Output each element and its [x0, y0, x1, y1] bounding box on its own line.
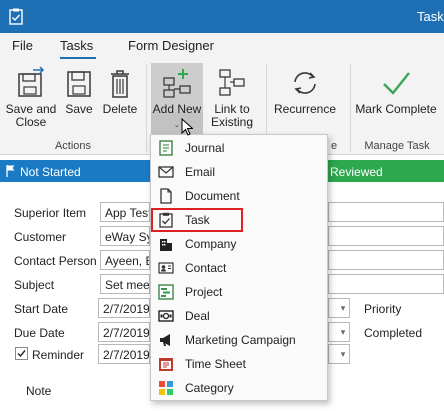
ribbon-tab-bar: File Tasks Form Designer	[0, 33, 444, 59]
menu-item-deal[interactable]: Deal	[151, 304, 327, 328]
menu-item-time-sheet[interactable]: Time Sheet	[151, 352, 327, 376]
contact-person-label: Contact Person	[14, 254, 97, 268]
reminder-checkbox[interactable]	[15, 347, 28, 360]
chevron-down-icon: ⌄	[173, 120, 181, 129]
link-chevron-down-icon: ⌄	[246, 119, 253, 128]
start-date-label: Start Date	[14, 302, 69, 316]
menu-item-contact[interactable]: Contact	[151, 256, 327, 280]
contact-card-icon	[158, 260, 174, 276]
menu-item-label: Project	[185, 285, 223, 299]
task-clipboard-icon	[9, 8, 23, 25]
delete-button[interactable]: Delete	[101, 66, 139, 116]
tab-file[interactable]: File	[12, 38, 33, 53]
customer-field-tail[interactable]	[328, 226, 444, 246]
mark-complete-button[interactable]: Mark Complete	[354, 66, 438, 116]
trash-icon	[101, 66, 139, 100]
menu-item-label: Document	[185, 189, 240, 203]
building-icon	[158, 236, 174, 252]
start-time-dropdown-icon[interactable]: ▾	[336, 298, 350, 318]
save-and-close-button[interactable]: Save and Close	[4, 66, 58, 129]
menu-item-label: Contact	[185, 261, 227, 275]
reminder-dropdown-icon[interactable]: ▾	[336, 344, 350, 364]
contact-person-field[interactable]: Ayeen, Ev	[100, 250, 150, 270]
menu-item-email[interactable]: Email	[151, 160, 327, 184]
envelope-icon	[158, 164, 174, 180]
manage-task-group-label: Manage Task	[364, 140, 430, 152]
completed-label: Completed	[364, 326, 423, 340]
save-close-icon	[4, 66, 58, 100]
menu-item-category[interactable]: Category	[151, 376, 327, 400]
stage-current[interactable]: Not Started	[0, 160, 150, 182]
due-time-dropdown-icon[interactable]: ▾	[336, 322, 350, 342]
group-separator	[350, 64, 351, 152]
customer-label: Customer	[14, 230, 67, 244]
menu-item-document[interactable]: Document	[151, 184, 327, 208]
menu-item-project[interactable]: Project	[151, 280, 327, 304]
menu-item-label: Category	[185, 381, 234, 395]
save-button[interactable]: Save	[62, 66, 96, 116]
reminder-label: Reminder	[32, 348, 85, 362]
reminder-date-field[interactable]: 2/7/2019	[98, 344, 150, 364]
megaphone-icon	[158, 332, 174, 348]
subject-field[interactable]: Set meetin	[100, 274, 150, 294]
deal-icon	[158, 308, 174, 324]
subject-field-tail[interactable]	[328, 274, 444, 294]
menu-item-journal[interactable]: Journal	[151, 136, 327, 160]
add-new-icon	[151, 66, 203, 100]
journal-icon	[158, 140, 174, 156]
tab-form-designer[interactable]: Form Designer	[128, 38, 214, 53]
recurrence-group-label: e	[330, 140, 338, 152]
document-icon	[158, 188, 174, 204]
superior-item-field[interactable]: App Test	[100, 202, 150, 222]
recurrence-label: Recurrence	[273, 102, 337, 116]
menu-item-label: Email	[185, 165, 216, 179]
project-icon	[158, 284, 174, 300]
mark-complete-label: Mark Complete	[355, 102, 437, 116]
due-date-label: Due Date	[14, 326, 65, 340]
add-new-label: Add New	[152, 102, 202, 116]
flag-icon	[6, 164, 16, 180]
menu-item-company[interactable]: Company	[151, 232, 327, 256]
save-and-close-label: Save and Close	[5, 102, 57, 129]
note-label: Note	[26, 384, 52, 398]
menu-item-label: Company	[185, 237, 237, 251]
stage-next-label: e Reviewed	[320, 165, 383, 179]
recurrence-icon	[272, 66, 338, 100]
customer-field[interactable]: eWay Sys	[100, 226, 150, 246]
category-icon	[158, 380, 174, 396]
title-bar	[0, 0, 444, 33]
recurrence-button[interactable]: Recurrence	[272, 66, 338, 116]
menu-item-marketing-campaign[interactable]: Marketing Campaign	[151, 328, 327, 352]
subject-label: Subject	[14, 278, 55, 292]
menu-item-label: Marketing Campaign	[185, 333, 296, 347]
save-icon	[62, 66, 96, 100]
checkmark-icon	[17, 350, 26, 358]
time-sheet-icon	[158, 356, 174, 372]
group-separator	[146, 64, 147, 152]
add-new-button[interactable]: Add New ⌄	[151, 66, 203, 131]
mouse-cursor-icon	[181, 117, 194, 139]
tab-tasks[interactable]: Tasks	[60, 38, 93, 53]
save-label: Save	[65, 102, 93, 116]
menu-item-label: Time Sheet	[185, 357, 246, 371]
stage-current-label: Not Started	[20, 165, 81, 179]
stage-next[interactable]: e Reviewed	[320, 160, 444, 182]
due-date-field[interactable]: 2/7/2019	[98, 322, 150, 342]
priority-label: Priority	[364, 302, 402, 316]
contact-person-field-tail[interactable]	[328, 250, 444, 270]
actions-group-label: Actions	[54, 140, 92, 152]
delete-label: Delete	[102, 102, 138, 116]
start-date-field[interactable]: 2/7/2019	[98, 298, 150, 318]
add-new-menu: Journal Email Document Task Company Cont…	[150, 134, 328, 401]
checkmark-icon	[354, 66, 438, 100]
window-title: Task	[417, 9, 444, 24]
menu-item-label: Journal	[185, 141, 225, 155]
superior-item-label: Superior Item	[14, 206, 87, 220]
link-existing-icon	[204, 66, 260, 100]
menu-item-label: Deal	[185, 309, 210, 323]
superior-item-field-tail[interactable]	[328, 202, 444, 222]
task-highlight-box	[151, 208, 243, 232]
